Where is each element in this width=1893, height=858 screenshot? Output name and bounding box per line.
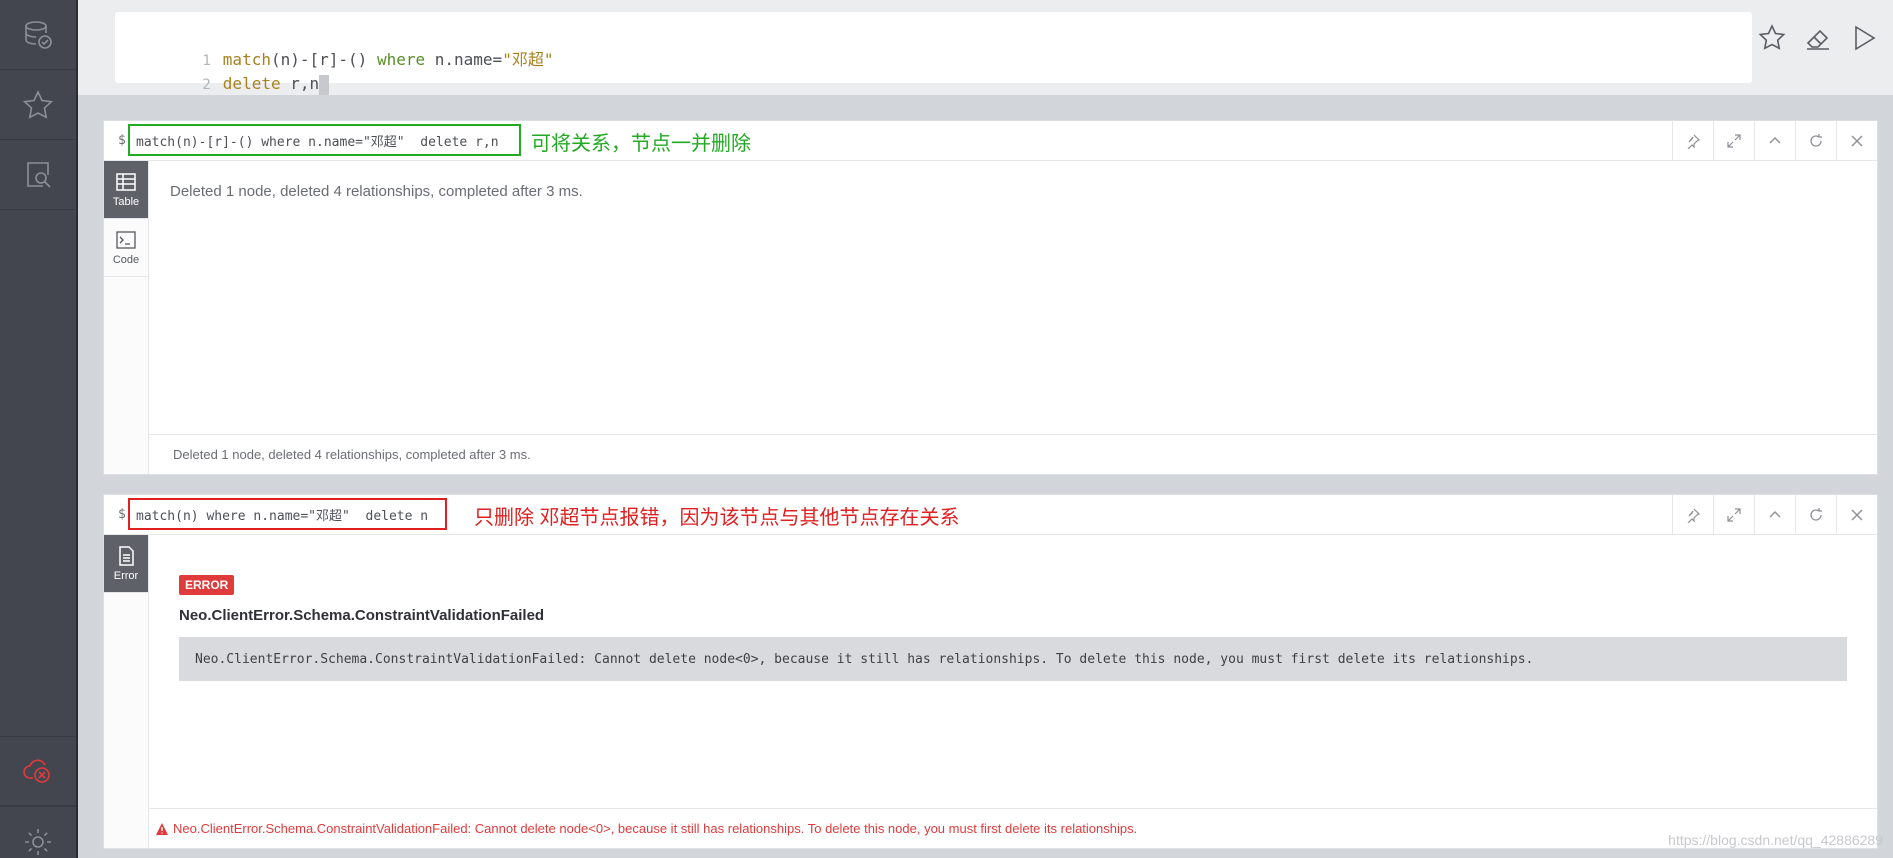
watermark: https://blog.csdn.net/qq_42886289 [1668,832,1883,848]
chevron-up-icon [1769,136,1781,143]
rerun-button[interactable] [1795,495,1836,534]
eraser-icon [1806,29,1829,50]
close-button[interactable] [1836,495,1877,534]
cypher-editor[interactable]: 1 match(n)-[r]-() where n.name="邓超" 2 dele… [115,12,1752,95]
collapse-button[interactable] [1754,495,1795,534]
code-string: "邓超" [502,50,554,69]
cloud-disconnected-icon [23,759,50,783]
tab-table[interactable]: Table [104,161,148,219]
refresh-icon [1810,507,1822,521]
play-icon [1855,25,1876,50]
view-tabs: Table Code [104,161,149,474]
error-status-bar: Neo.ClientError.Schema.ConstraintValidat… [149,808,1877,848]
code-token: r,n [290,74,320,93]
view-tabs: Error [104,535,149,848]
tab-code[interactable]: Code [104,219,148,277]
prompt-symbol: $ [118,133,126,148]
search-docs-button[interactable] [0,140,76,210]
warning-icon [156,822,168,835]
error-badge: ERROR [179,575,235,595]
pin-button[interactable] [1672,495,1713,534]
frame-header: $ match(n)-[r]-() where n.name="邓超" dele… [104,121,1877,161]
editor-area: 1 match(n)-[r]-() where n.name="邓超" 2 dele… [78,0,1893,95]
error-status-text: Neo.ClientError.Schema.ConstraintValidat… [173,821,1138,836]
pin-button[interactable] [1672,121,1713,160]
prompt-symbol: $ [118,507,126,522]
pin-icon [1687,508,1701,523]
pin-icon [1687,134,1701,149]
terminal-icon [116,230,136,249]
text-cursor [319,74,330,95]
gear-icon [25,828,51,855]
run-query-button[interactable] [1847,21,1881,55]
expand-icon [1727,133,1741,148]
clear-editor-button[interactable] [1801,21,1835,55]
code-keyword: delete [222,74,281,93]
fullscreen-button[interactable] [1713,121,1754,160]
rerun-button[interactable] [1795,121,1836,160]
frame-command[interactable]: match(n) where n.name="邓超" delete n [128,498,447,530]
document-search-icon [27,161,51,188]
close-button[interactable] [1836,121,1877,160]
editor-line-1: 1 match(n)-[r]-() where n.name="邓超" [115,24,553,69]
close-icon [1851,135,1863,146]
tab-label: Code [112,253,140,266]
status-bar: Deleted 1 node, deleted 4 relationships,… [149,434,1877,474]
favorites-button[interactable] [0,70,76,140]
annotation-label: 可将关系，节点一并删除 [531,133,751,155]
expand-icon [1727,507,1741,522]
result-summary: Deleted 1 node, deleted 4 relationships,… [170,183,583,200]
editor-line-2: 2 delete r,n [115,48,330,95]
tab-error[interactable]: Error [104,535,148,593]
table-icon [116,172,136,191]
database-button[interactable] [0,0,76,70]
document-icon [119,545,134,566]
sidebar [0,0,78,858]
star-icon [22,89,54,119]
collapse-button[interactable] [1754,121,1795,160]
fullscreen-button[interactable] [1713,495,1754,534]
frame-controls [1672,121,1877,160]
code-token: n.name= [434,50,503,69]
result-frame-2: $ match(n) where n.name="邓超" delete n 只删… [103,494,1878,849]
connection-status-button[interactable] [0,736,76,806]
code-keyword: where [376,50,426,69]
chevron-up-icon [1769,510,1781,517]
tab-label: Error [113,569,139,582]
error-message: Neo.ClientError.Schema.ConstraintValidat… [179,637,1847,681]
tab-label: Table [112,195,140,208]
star-icon [1758,23,1786,50]
editor-actions [1743,0,1893,75]
line-number: 2 [202,77,211,93]
frame-header: $ match(n) where n.name="邓超" delete n 只删… [104,495,1877,535]
database-icon [25,20,52,49]
refresh-icon [1810,133,1822,147]
close-icon [1851,509,1863,520]
favorite-query-button[interactable] [1755,21,1789,55]
result-frame-1: $ match(n)-[r]-() where n.name="邓超" dele… [103,120,1878,475]
settings-button[interactable] [0,806,76,858]
annotation-label: 只删除 邓超节点报错，因为该节点与其他节点存在关系 [474,507,960,529]
frame-controls [1672,495,1877,534]
error-title: Neo.ClientError.Schema.ConstraintValidat… [179,607,545,624]
frame-command[interactable]: match(n)-[r]-() where n.name="邓超" delete… [128,124,521,156]
